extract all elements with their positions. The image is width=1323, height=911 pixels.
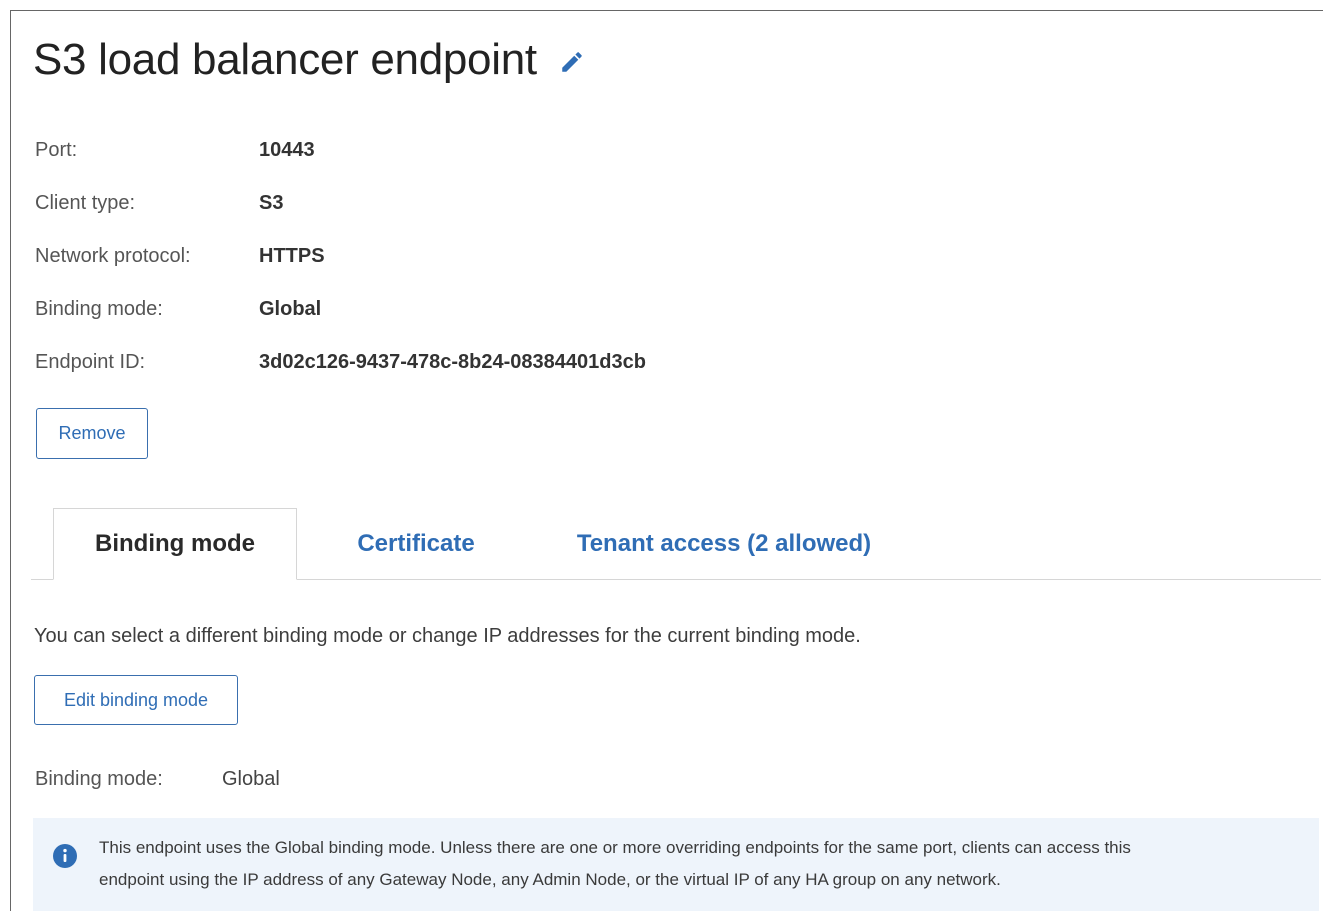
property-value: Global (259, 298, 322, 320)
binding-mode-description: You can select a different binding mode … (34, 625, 861, 647)
property-label: Binding mode: (35, 298, 163, 320)
property-label: Endpoint ID: (35, 351, 146, 373)
current-binding-mode: Binding mode: Global (35, 768, 280, 791)
property-value: HTTPS (259, 245, 325, 267)
info-text-line-2: endpoint using the IP address of any Gat… (99, 870, 1001, 889)
binding-mode-label: Binding mode: (35, 768, 163, 790)
tab-tenant-access[interactable]: Tenant access (2 allowed) (559, 508, 889, 580)
tab-binding-mode[interactable]: Binding mode (53, 508, 297, 580)
info-alert: This endpoint uses the Global binding mo… (33, 818, 1319, 911)
property-label: Client type: (35, 192, 136, 214)
info-text-line-1: This endpoint uses the Global binding mo… (99, 838, 1131, 857)
property-endpoint-id: Endpoint ID: 3d02c126-9437-478c-8b24-083… (35, 336, 646, 389)
tab-certificate[interactable]: Certificate (341, 508, 491, 580)
property-value: 10443 (259, 139, 315, 161)
pencil-icon[interactable] (559, 49, 585, 75)
edit-binding-mode-button[interactable]: Edit binding mode (34, 675, 238, 725)
property-network-protocol: Network protocol: HTTPS (35, 230, 646, 283)
property-value: S3 (259, 192, 284, 214)
property-value: 3d02c126-9437-478c-8b24-08384401d3cb (259, 351, 646, 373)
property-label: Network protocol: (35, 245, 191, 267)
remove-button[interactable]: Remove (36, 408, 148, 459)
endpoint-details-panel: S3 load balancer endpoint Port: 10443 Cl… (10, 10, 1323, 911)
binding-mode-value: Global (222, 768, 280, 790)
page-title: S3 load balancer endpoint (33, 35, 537, 84)
property-port: Port: 10443 (35, 124, 646, 177)
property-binding-mode: Binding mode: Global (35, 283, 646, 336)
title-row: S3 load balancer endpoint (33, 35, 585, 85)
endpoint-properties: Port: 10443 Client type: S3 Network prot… (35, 124, 646, 389)
property-label: Port: (35, 139, 78, 161)
property-client-type: Client type: S3 (35, 177, 646, 230)
info-icon (53, 844, 77, 868)
